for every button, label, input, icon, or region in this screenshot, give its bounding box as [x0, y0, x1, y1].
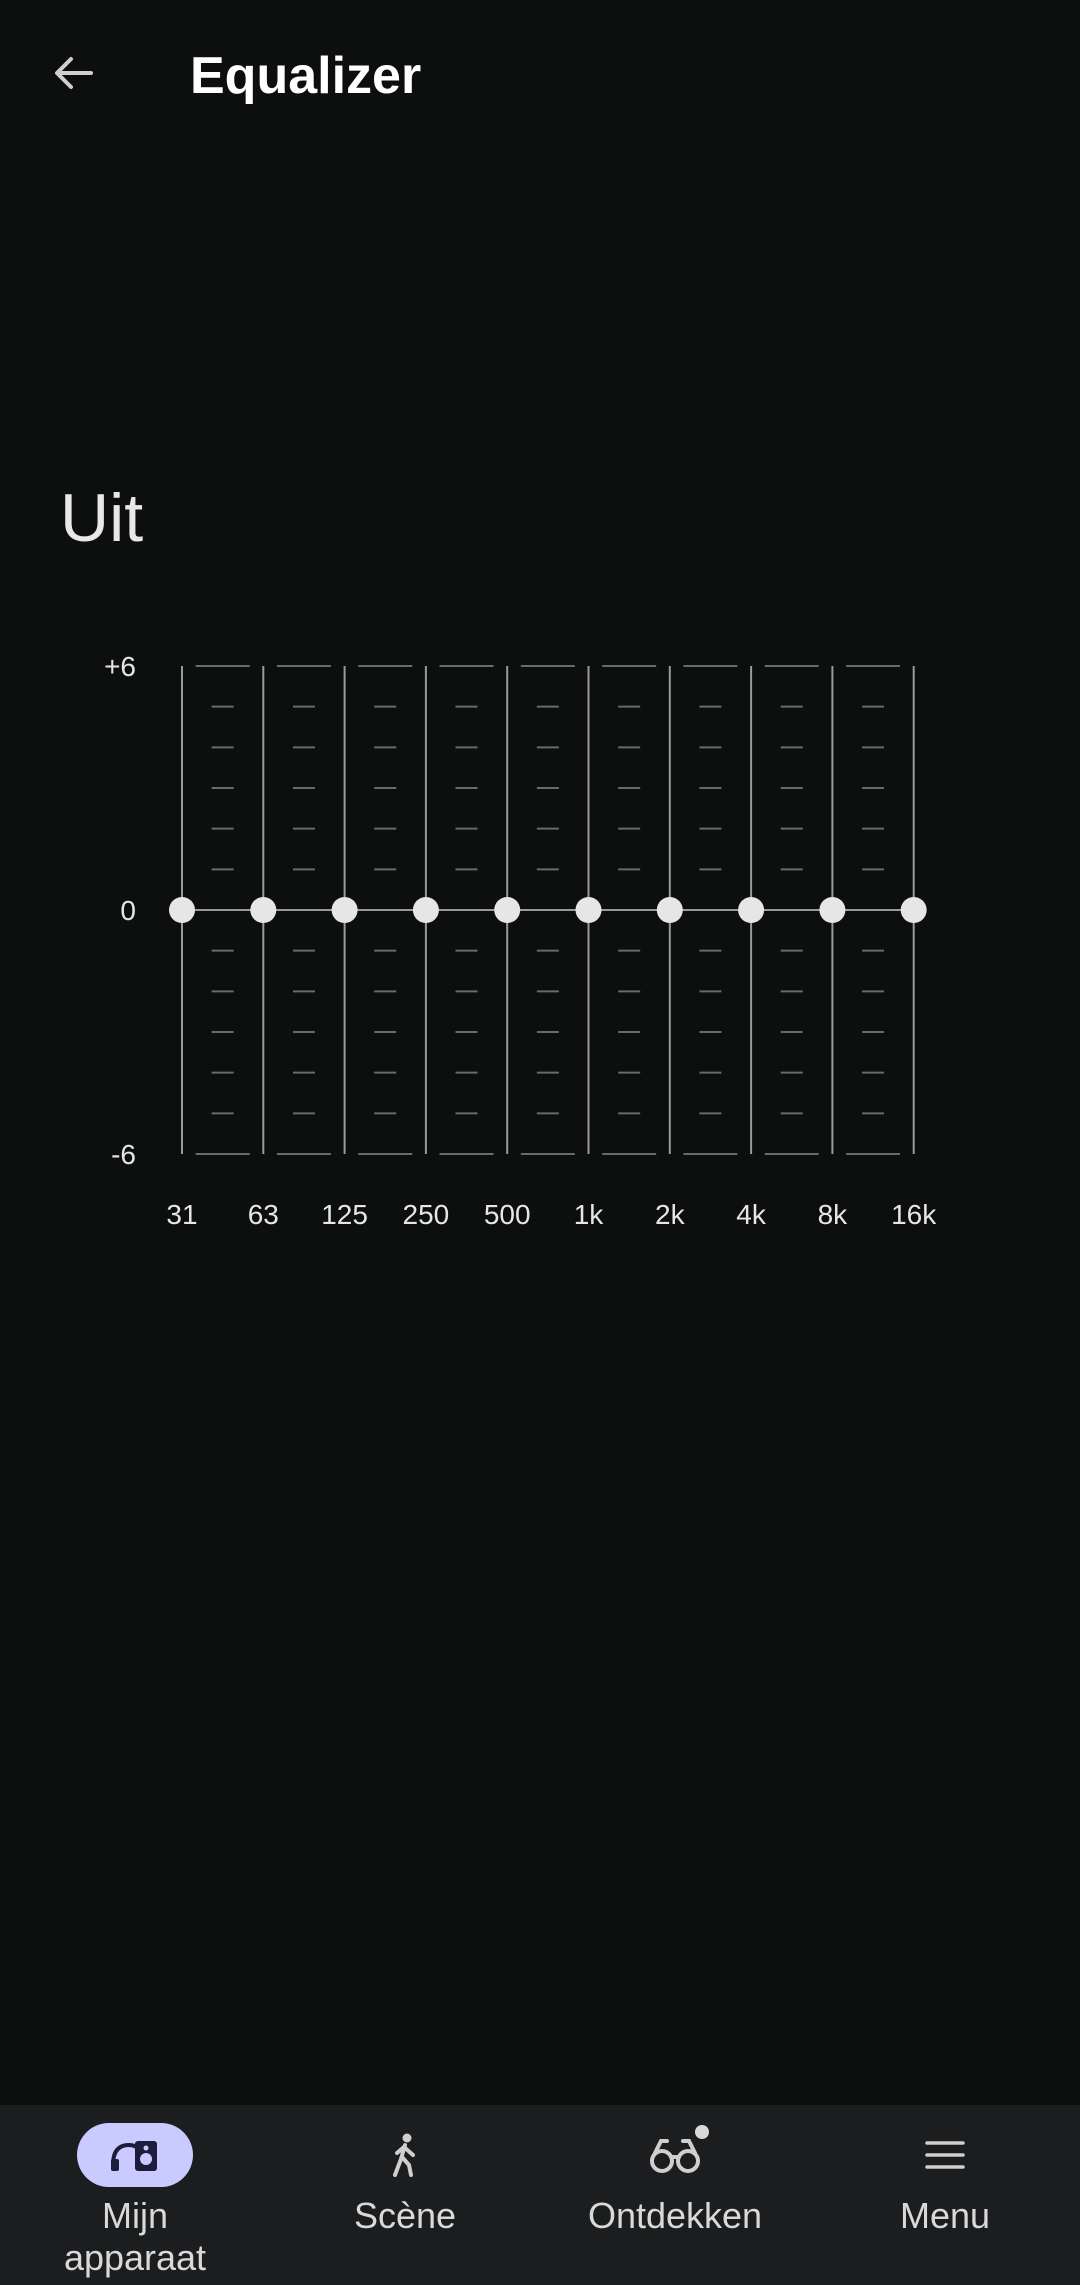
equalizer-status: Uit: [60, 480, 144, 556]
page-title: Equalizer: [190, 47, 422, 105]
nav-item-scene[interactable]: Scène: [270, 2105, 540, 2285]
eq-frequency-label: 1k: [574, 1199, 605, 1230]
menu-icon: [925, 2141, 965, 2169]
nav-item-my-device[interactable]: Mijn apparaat: [0, 2105, 270, 2285]
eq-frequency-label: 250: [403, 1199, 450, 1230]
equalizer-svg: +6 0 -6 31 63 125 250 500 1k 2k 4k 8k 16k: [104, 651, 937, 1230]
eq-frequency-label: 63: [248, 1199, 279, 1230]
equalizer-chart: +6 0 -6 31 63 125 250 500 1k 2k 4k 8k 16k: [80, 640, 1000, 1260]
eq-frequency-label: 16k: [891, 1199, 937, 1230]
notification-dot: [695, 2125, 709, 2139]
nav-icon-wrap: [347, 2123, 463, 2187]
app-bar: Equalizer: [0, 0, 1080, 150]
eq-frequency-label: 31: [166, 1199, 197, 1230]
eq-slider-knob[interactable]: [412, 897, 439, 923]
eq-slider-knob[interactable]: [575, 897, 602, 923]
eq-slider-knob[interactable]: [331, 897, 358, 923]
walking-person-icon: [393, 2133, 415, 2177]
nav-label: Menu: [899, 2195, 991, 2236]
arrow-back-icon: [55, 57, 93, 89]
back-button[interactable]: [36, 36, 110, 110]
eq-scale-label-middle: 0: [120, 895, 136, 926]
eq-scale-label-top: +6: [104, 651, 136, 682]
nav-label: Scène: [353, 2195, 457, 2236]
nav-icon-wrap: [887, 2123, 1003, 2187]
eq-slider-knob[interactable]: [250, 897, 277, 923]
eq-frequency-label: 2k: [655, 1199, 686, 1230]
eq-slider-knob[interactable]: [494, 897, 521, 923]
eq-frequency-label: 8k: [818, 1199, 849, 1230]
eq-frequency-label: 4k: [736, 1199, 767, 1230]
eq-slider-knob[interactable]: [169, 897, 195, 923]
eq-slider-knob[interactable]: [819, 897, 846, 923]
nav-active-pill: [77, 2123, 193, 2187]
nav-item-discover[interactable]: Ontdekken: [540, 2105, 810, 2285]
eq-frequency-label: 500: [484, 1199, 531, 1230]
bottom-nav: Mijn apparaat Scène Ontdekken Menu: [0, 2105, 1080, 2285]
eq-slider-knob[interactable]: [738, 897, 765, 923]
nav-label: Ontdekken: [587, 2195, 763, 2236]
eq-slider-knob[interactable]: [900, 897, 927, 923]
headphones-speaker-icon: [111, 2141, 157, 2171]
eq-frequency-label: 125: [321, 1199, 368, 1230]
eq-slider-knob[interactable]: [656, 897, 683, 923]
binoculars-icon: [650, 2139, 700, 2173]
nav-item-menu[interactable]: Menu: [810, 2105, 1080, 2285]
nav-icon-wrap: [617, 2123, 733, 2187]
nav-label: Mijn apparaat: [63, 2195, 207, 2278]
eq-scale-label-bottom: -6: [111, 1139, 136, 1170]
